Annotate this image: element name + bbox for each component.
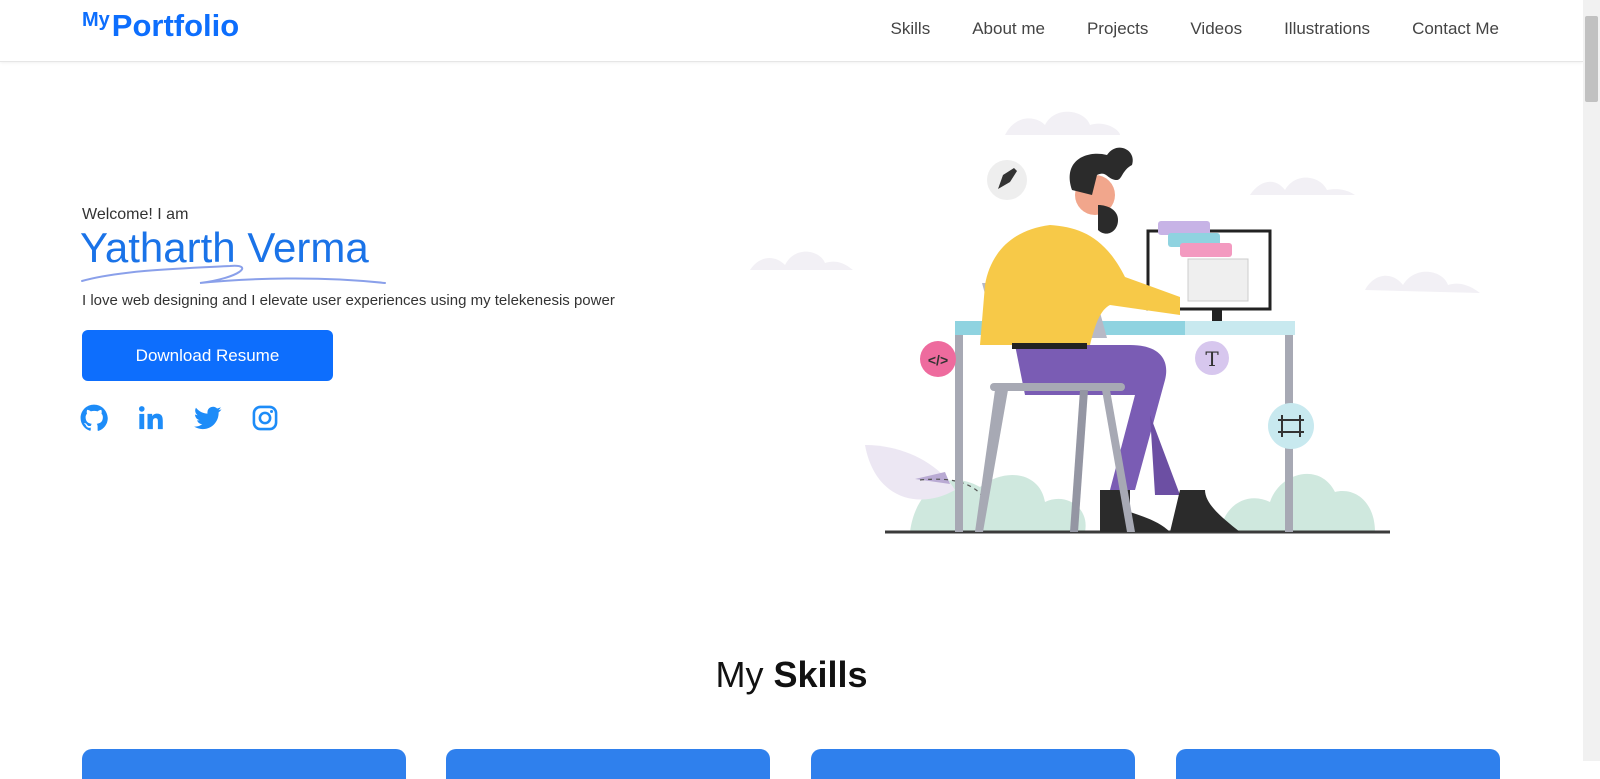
nav-link-illustrations[interactable]: Illustrations — [1284, 19, 1370, 39]
text-tool-bubble: T — [1195, 341, 1229, 375]
skill-card — [446, 749, 770, 779]
code-bubble: </> — [920, 341, 956, 377]
nav-link-projects[interactable]: Projects — [1087, 19, 1148, 39]
welcome-text: Welcome! I am — [82, 206, 189, 223]
skills-title-bold: Skills — [773, 654, 868, 695]
svg-text:T: T — [1205, 347, 1219, 371]
nav-link-videos[interactable]: Videos — [1190, 19, 1242, 39]
leaf-decoration — [865, 445, 955, 500]
nav-links: Skills About me Projects Videos Illustra… — [849, 19, 1499, 39]
logo-big-text: Portfolio — [111, 8, 240, 43]
download-resume-button[interactable]: Download Resume — [82, 330, 333, 381]
navbar: MyPortfolio Skills About me Projects Vid… — [0, 0, 1583, 62]
social-links — [80, 404, 308, 432]
grid-tool-bubble — [1268, 403, 1314, 449]
hero-tagline: I love web designing and I elevate user … — [82, 292, 615, 309]
nav-link-contact[interactable]: Contact Me — [1412, 19, 1499, 39]
logo-small-text: My — [82, 9, 110, 31]
pen-tool-bubble — [987, 160, 1027, 200]
nav-link-skills[interactable]: Skills — [891, 19, 931, 39]
skill-card — [811, 749, 1135, 779]
nav-link-about[interactable]: About me — [972, 19, 1045, 39]
plant-right — [1220, 473, 1375, 532]
skill-card — [1176, 749, 1500, 779]
scrollbar-thumb[interactable] — [1585, 16, 1598, 102]
skills-section-title: My Skills — [0, 654, 1583, 696]
github-icon[interactable] — [80, 404, 108, 432]
logo[interactable]: MyPortfolio — [82, 8, 239, 44]
skill-card — [82, 749, 406, 779]
name-underline-squiggle — [81, 264, 386, 284]
svg-text:</>: </> — [928, 352, 948, 368]
linkedin-icon[interactable] — [137, 404, 165, 432]
skills-title-light: My — [715, 654, 764, 695]
page-scrollbar[interactable] — [1583, 0, 1600, 761]
twitter-icon[interactable] — [194, 404, 222, 432]
instagram-icon[interactable] — [251, 404, 279, 432]
hero-illustration: </> T — [750, 111, 1480, 534]
